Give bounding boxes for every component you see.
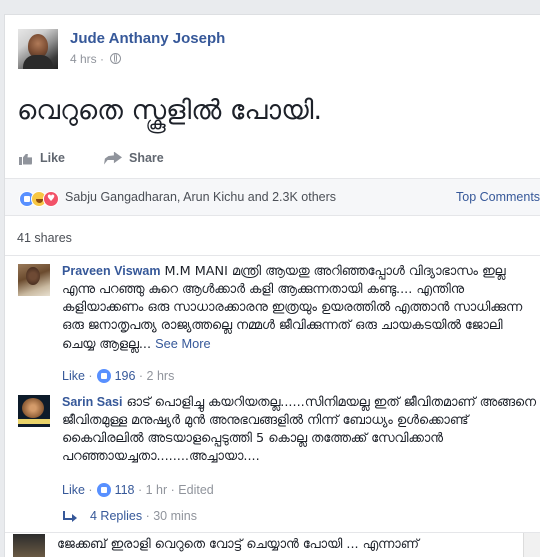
divider	[5, 215, 540, 216]
comment-author[interactable]: Sarin Sasi	[62, 395, 122, 409]
comment-like-count[interactable]: 196	[115, 369, 136, 383]
commenter-avatar[interactable]	[18, 395, 50, 427]
comment-text: ഓട് പൊളിച്ചു കയറിയതല്ല......സിനിമയല്ല ഇത…	[62, 395, 536, 464]
divider	[5, 532, 540, 533]
post-meta: 4 hrs ·	[70, 52, 122, 66]
top-comments-dropdown[interactable]: Top Comments	[456, 190, 540, 204]
love-reaction-icon[interactable]	[43, 191, 59, 207]
comment-time[interactable]: 1 hr	[146, 483, 168, 497]
replies-count[interactable]: 4 Replies	[90, 509, 142, 523]
comment-body: Praveen Viswam M.M MANI മന്ത്രി ആയതു അറി…	[62, 262, 536, 354]
like-button[interactable]: Like	[19, 151, 65, 165]
commenter-avatar[interactable]	[18, 264, 50, 296]
like-count-icon	[96, 483, 111, 497]
post-text: വെറുതെ സ്കൂളിൽ പോയി.	[17, 95, 323, 126]
post-time[interactable]: 4 hrs	[70, 52, 97, 66]
share-arrow-icon	[104, 152, 122, 165]
shares-count[interactable]: 41 shares	[17, 231, 72, 245]
comment-author[interactable]: Praveen Viswam	[62, 264, 160, 278]
globe-icon[interactable]	[110, 53, 122, 64]
like-label: Like	[40, 151, 66, 165]
replies-time: 30 mins	[153, 509, 198, 523]
comment-like-link[interactable]: Like	[62, 483, 85, 497]
like-count-icon	[96, 369, 111, 383]
comment-time[interactable]: 2 hrs	[147, 369, 175, 383]
commenter-avatar[interactable]	[13, 534, 45, 557]
comment-meta: Like · 118 · 1 hr · Edited	[62, 483, 214, 497]
partial-comment-text: ജേക്കബ് ഇരാളി വെറുതെ വോട്ട് ചെയ്യാൻ പോയി…	[57, 537, 419, 552]
comment-meta: Like · 196 · 2 hrs	[62, 369, 175, 383]
see-more-link[interactable]: See More	[155, 336, 210, 351]
author-name[interactable]: Jude Anthany Joseph	[70, 30, 225, 47]
comment-like-count[interactable]: 118	[115, 483, 135, 497]
divider	[5, 255, 540, 256]
edited-label[interactable]: Edited	[178, 483, 213, 497]
reactions-bar: Sabju Gangadharan, Arun Kichu and 2.3K o…	[5, 179, 540, 215]
scrollbar[interactable]	[523, 533, 540, 557]
share-button[interactable]: Share	[104, 151, 164, 165]
thumbs-up-icon	[19, 152, 33, 165]
author-avatar[interactable]	[18, 29, 58, 69]
comment-body: Sarin Sasi ഓട് പൊളിച്ചു കയറിയതല്ല......സ…	[62, 393, 536, 466]
comment-like-link[interactable]: Like	[62, 369, 85, 383]
share-label: Share	[129, 151, 164, 165]
post-card: Jude Anthany Joseph 4 hrs · വെറുതെ സ്കൂള…	[4, 14, 540, 557]
reaction-names[interactable]: Sabju Gangadharan, Arun Kichu and 2.3K o…	[65, 190, 336, 204]
reply-arrow-icon	[63, 511, 77, 522]
view-replies-link[interactable]: 4 Replies · 30 mins	[63, 509, 197, 523]
